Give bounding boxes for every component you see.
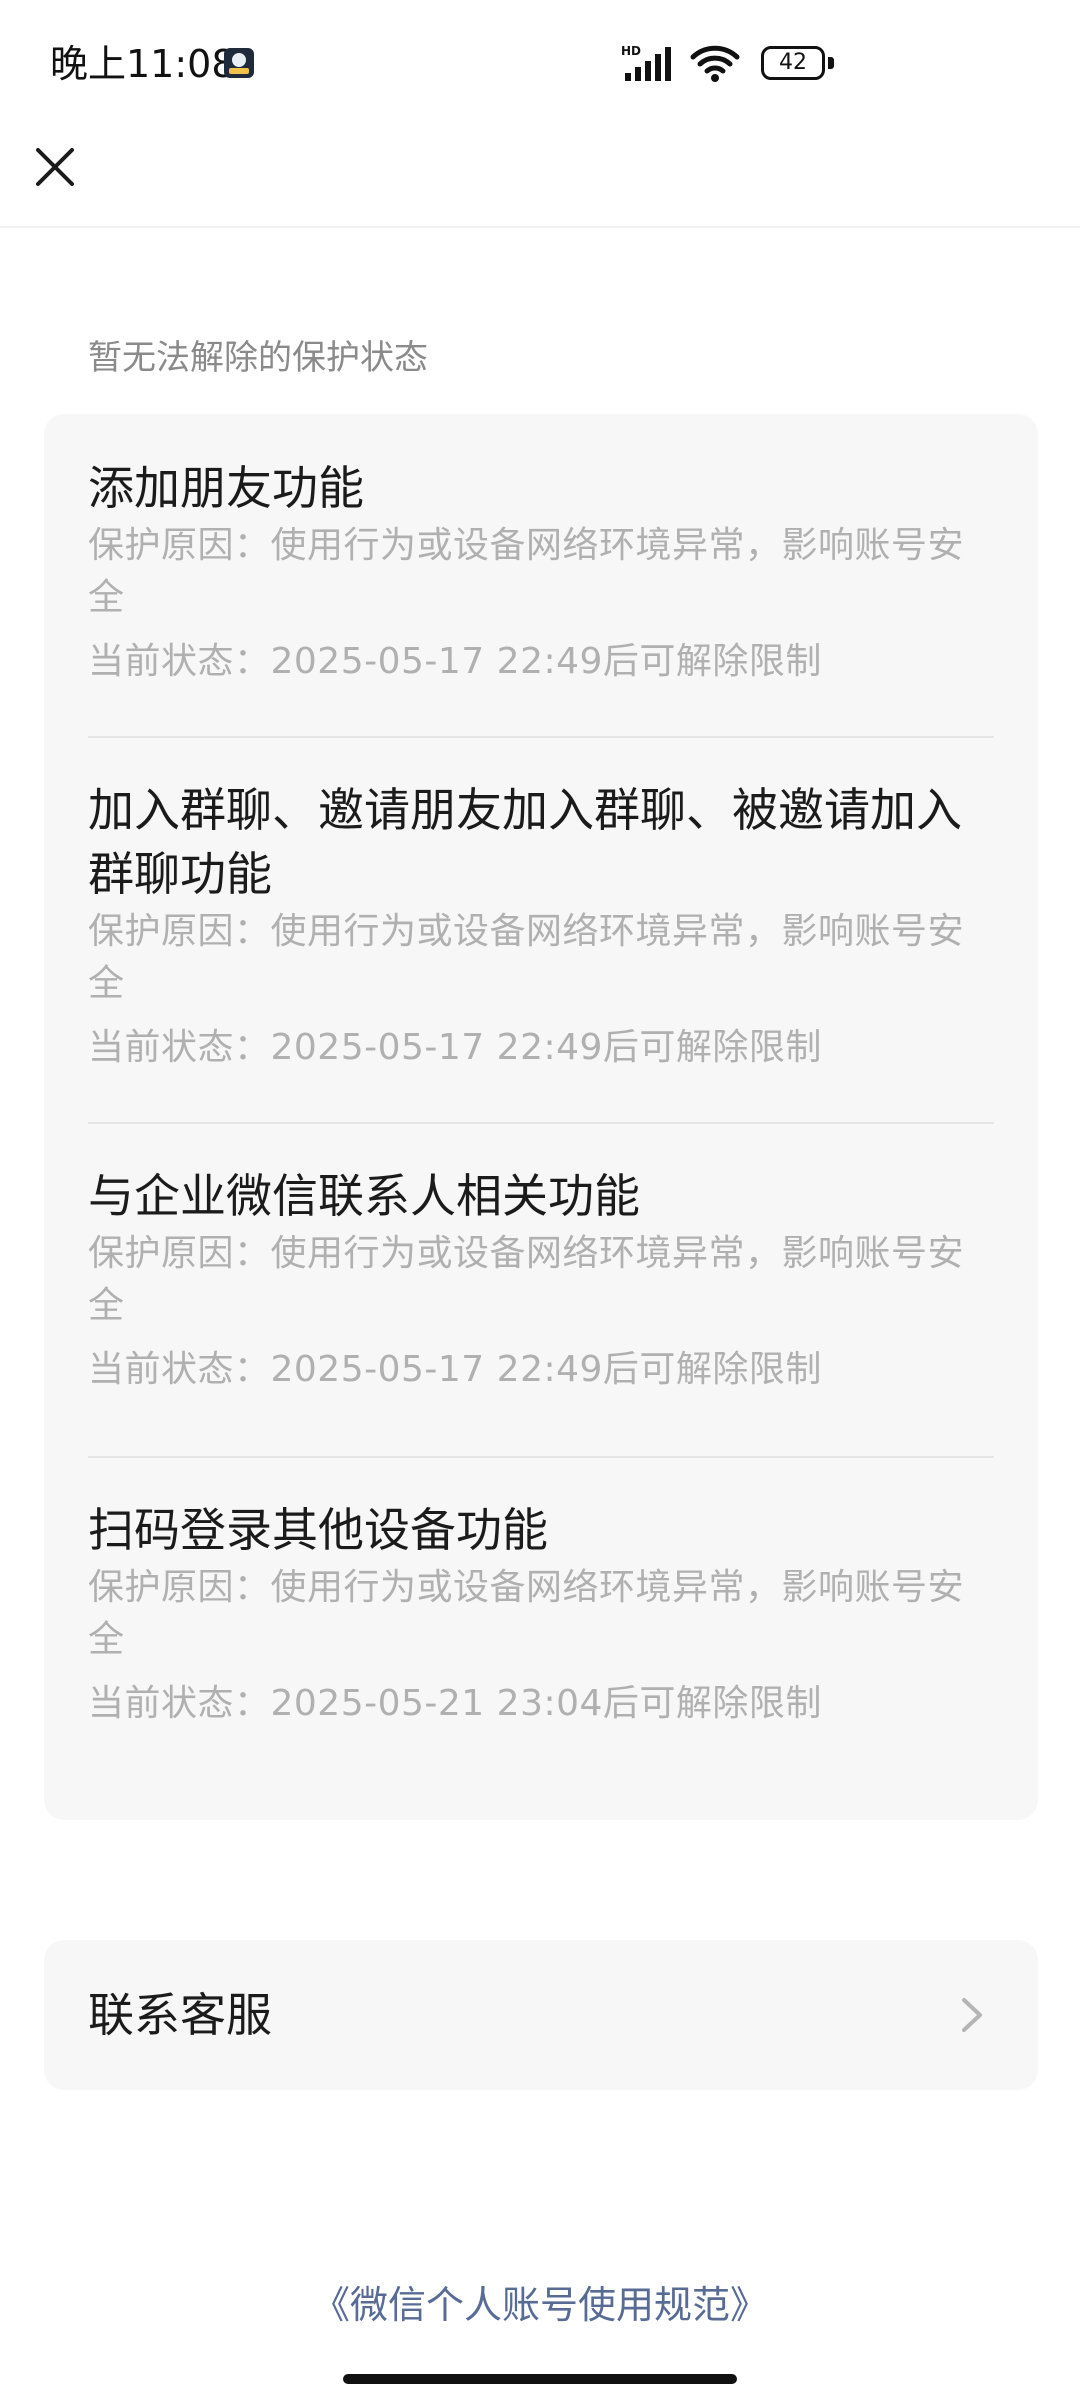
protection-item-reason: 保护原因：使用行为或设备网络环境异常，影响账号安全	[88, 911, 965, 1004]
protection-item-status: 当前状态：2025-05-21 23:04后可解除限制	[88, 1683, 822, 1724]
wifi-icon	[690, 45, 740, 82]
protection-item-status: 当前状态：2025-05-17 22:49后可解除限制	[88, 1349, 822, 1390]
protection-item-title: 与企业微信联系人相关功能	[88, 1169, 640, 1223]
cellular-signal-icon: HD	[621, 44, 671, 81]
battery-tip	[828, 57, 834, 69]
contact-support-label: 联系客服	[88, 1988, 272, 2042]
protection-item-reason: 保护原因：使用行为或设备网络环境异常，影响账号安全	[88, 525, 965, 618]
status-bar: 晚上11:08 HD 42	[0, 0, 1080, 130]
protection-item-title: 扫码登录其他设备功能	[88, 1503, 548, 1557]
protection-item-scan-login: 扫码登录其他设备功能 保护原因：使用行为或设备网络环境异常，影响账号安全 当前状…	[88, 1498, 994, 1730]
section-title: 暂无法解除的保护状态	[88, 338, 428, 378]
status-indicators: HD 42	[621, 38, 835, 88]
close-icon[interactable]	[24, 136, 86, 198]
protection-item-status: 当前状态：2025-05-17 22:49后可解除限制	[88, 641, 822, 682]
protection-item-status: 当前状态：2025-05-17 22:49后可解除限制	[88, 1027, 822, 1068]
protection-item-reason: 保护原因：使用行为或设备网络环境异常，影响账号安全	[88, 1567, 965, 1660]
contact-support-button[interactable]: 联系客服	[44, 1940, 1038, 2090]
home-indicator[interactable]	[343, 2374, 737, 2384]
protection-list-card: 添加朋友功能 保护原因：使用行为或设备网络环境异常，影响账号安全 当前状态：20…	[44, 414, 1038, 1820]
nav-bar	[0, 130, 1080, 228]
main-content: 暂无法解除的保护状态 添加朋友功能 保护原因：使用行为或设备网络环境异常，影响账…	[0, 228, 1080, 2400]
network-badge: HD	[621, 44, 641, 58]
chevron-right-icon	[962, 1998, 982, 2032]
protection-item-group-chat: 加入群聊、邀请朋友加入群聊、被邀请加入群聊功能 保护原因：使用行为或设备网络环境…	[88, 778, 994, 1074]
protection-item-reason: 保护原因：使用行为或设备网络环境异常，影响账号安全	[88, 1233, 965, 1326]
app-notification-icon	[224, 48, 254, 78]
divider	[88, 1122, 994, 1124]
divider	[88, 1456, 994, 1458]
protection-item-wecom-contacts: 与企业微信联系人相关功能 保护原因：使用行为或设备网络环境异常，影响账号安全 当…	[88, 1164, 994, 1396]
battery-level: 42	[779, 50, 807, 75]
account-rules-link[interactable]: 《微信个人账号使用规范》	[0, 2280, 1080, 2330]
protection-item-title: 添加朋友功能	[88, 461, 364, 515]
battery-icon: 42	[761, 46, 835, 80]
divider	[88, 736, 994, 738]
protection-item-add-friend: 添加朋友功能 保护原因：使用行为或设备网络环境异常，影响账号安全 当前状态：20…	[88, 456, 994, 688]
protection-item-title: 加入群聊、邀请朋友加入群聊、被邀请加入群聊功能	[88, 783, 962, 901]
status-time: 晚上11:08	[50, 42, 236, 86]
